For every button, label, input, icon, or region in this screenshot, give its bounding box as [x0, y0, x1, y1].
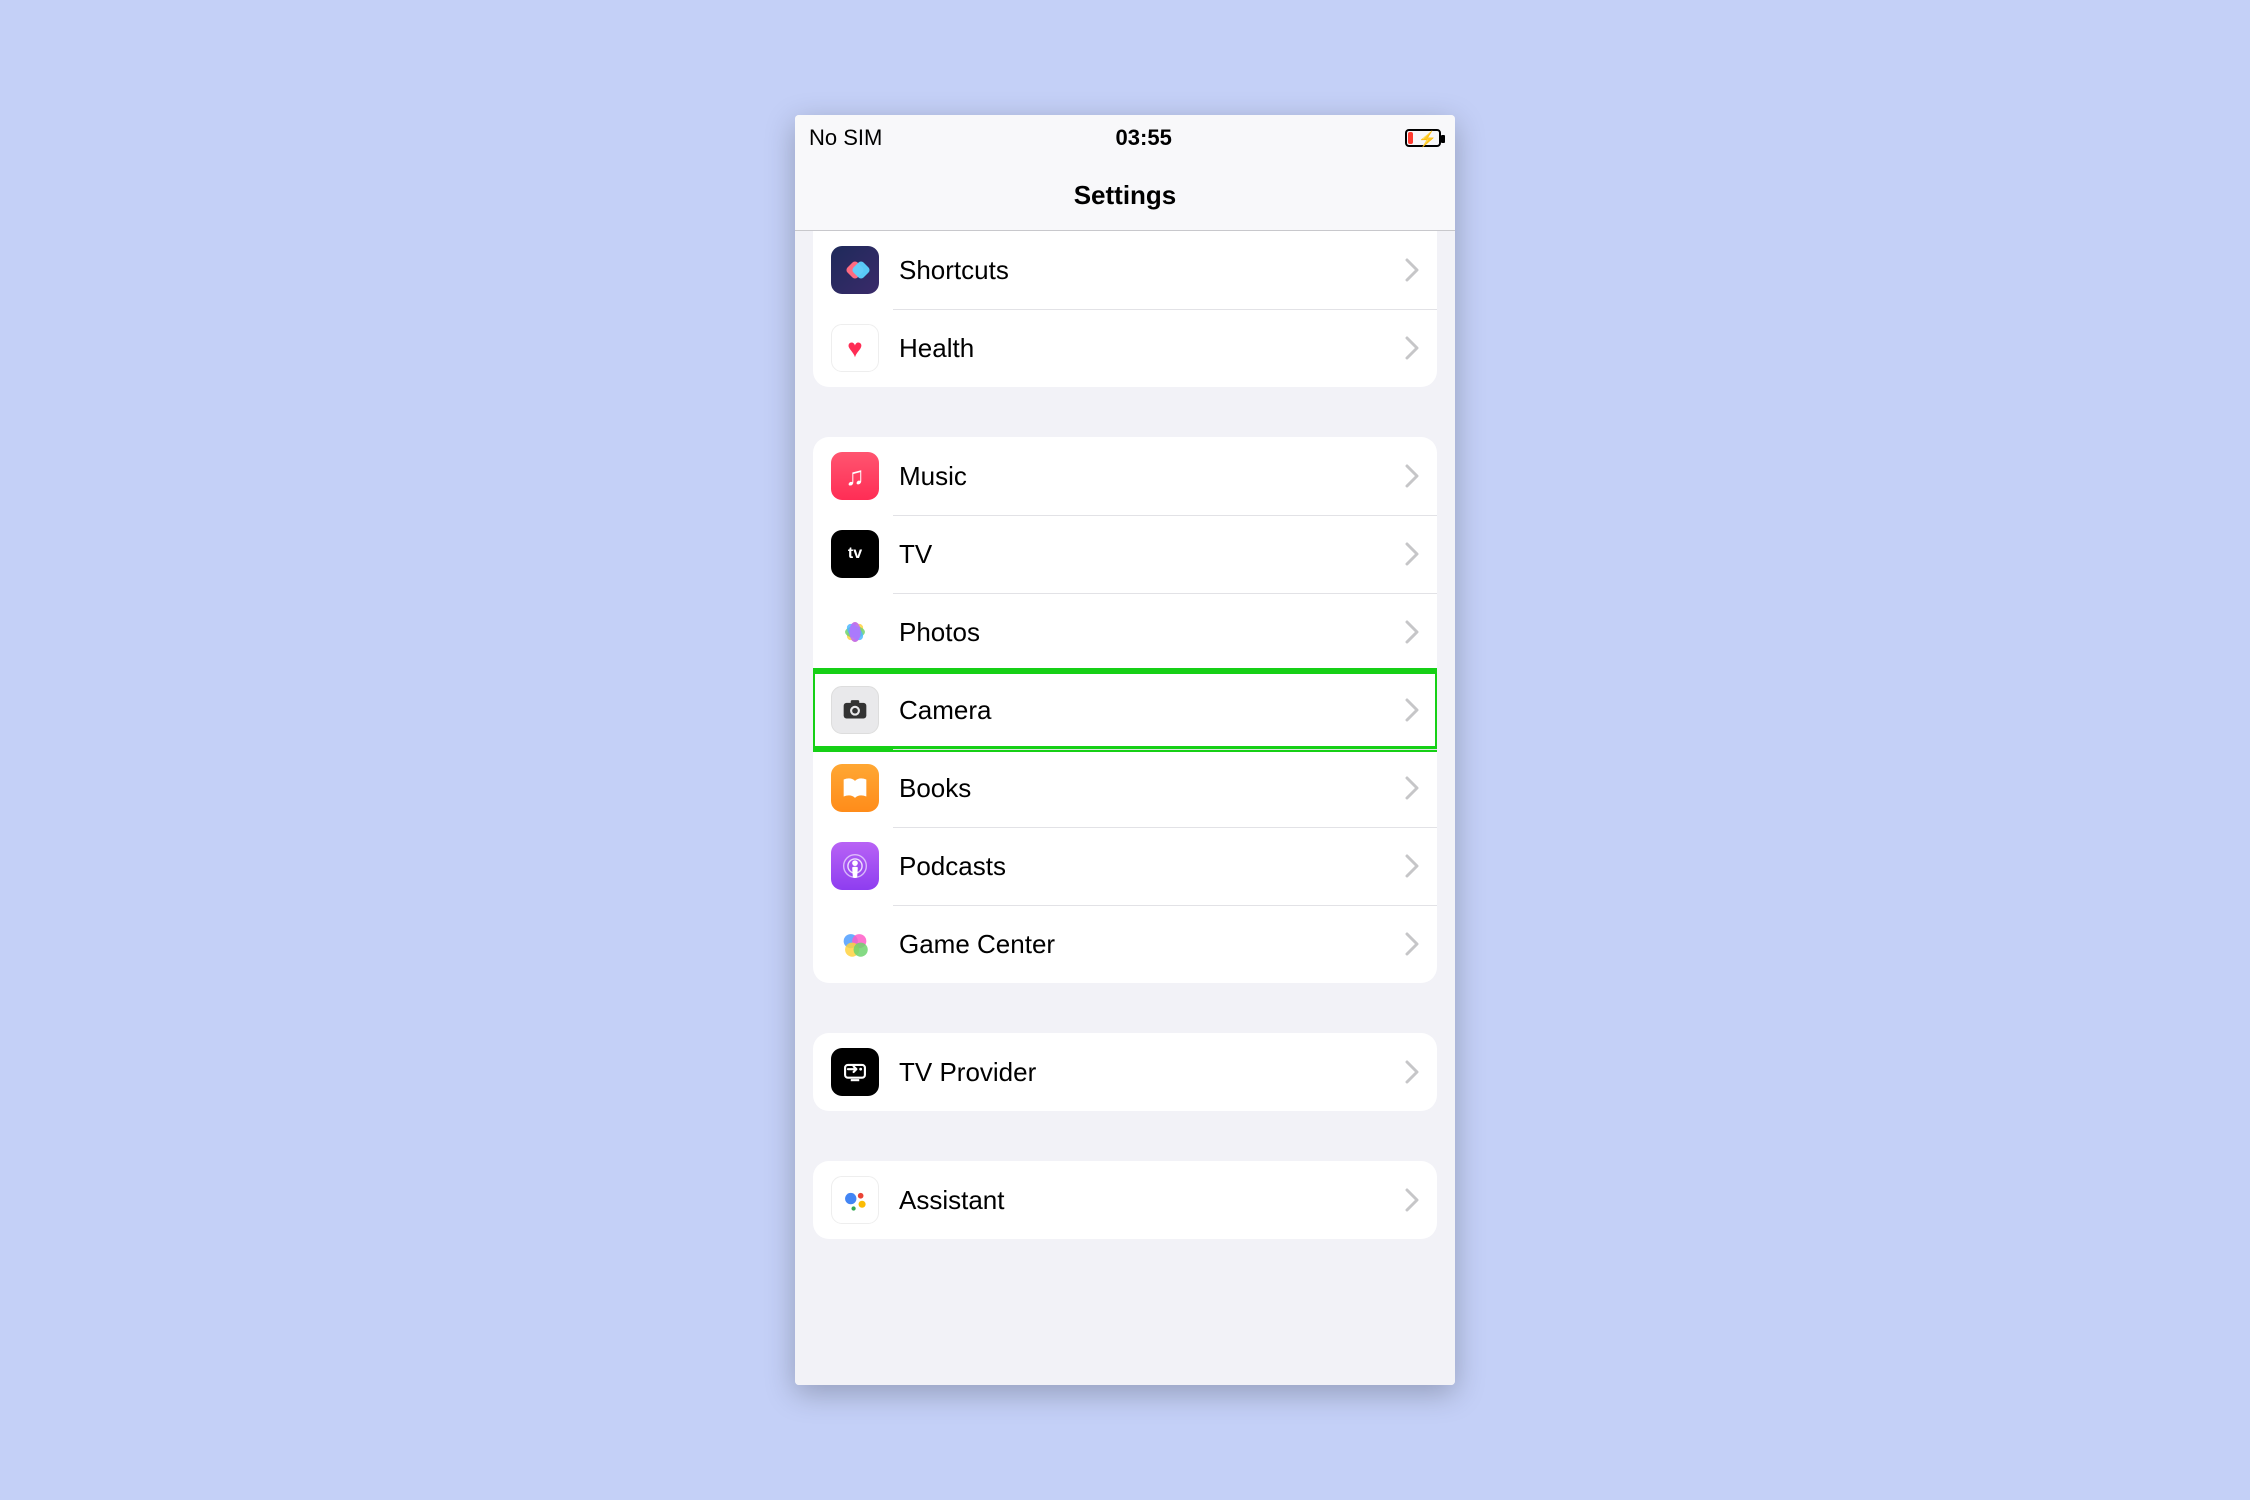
page-title: Settings — [795, 161, 1455, 231]
chevron-right-icon — [1405, 336, 1419, 360]
chevron-right-icon — [1405, 1188, 1419, 1212]
settings-row-music[interactable]: ♫ Music — [813, 437, 1437, 515]
settings-row-tvprovider[interactable]: TV Provider — [813, 1033, 1437, 1111]
books-icon — [831, 764, 879, 812]
row-label: Music — [899, 461, 1405, 492]
settings-row-health[interactable]: ♥ Health — [813, 309, 1437, 387]
status-bar: No SIM 03:55 ⚡ — [795, 115, 1455, 161]
row-label: Shortcuts — [899, 255, 1405, 286]
row-label: Photos — [899, 617, 1405, 648]
photos-icon — [831, 608, 879, 656]
phone-frame: No SIM 03:55 ⚡ Settings Shortcuts ♥ Heal… — [795, 115, 1455, 1385]
chevron-right-icon — [1405, 1060, 1419, 1084]
tvprovider-icon — [831, 1048, 879, 1096]
settings-row-gamecenter[interactable]: Game Center — [813, 905, 1437, 983]
music-icon: ♫ — [831, 452, 879, 500]
clock-label: 03:55 — [1116, 125, 1172, 151]
settings-scroll[interactable]: Shortcuts ♥ Health ♫ Music tv TV — [795, 231, 1455, 1385]
chevron-right-icon — [1405, 258, 1419, 282]
row-label: TV Provider — [899, 1057, 1405, 1088]
camera-icon — [831, 686, 879, 734]
settings-row-shortcuts[interactable]: Shortcuts — [813, 231, 1437, 309]
podcasts-icon — [831, 842, 879, 890]
settings-row-camera[interactable]: Camera — [813, 671, 1437, 749]
chevron-right-icon — [1405, 620, 1419, 644]
settings-row-photos[interactable]: Photos — [813, 593, 1437, 671]
settings-row-books[interactable]: Books — [813, 749, 1437, 827]
settings-group: Shortcuts ♥ Health — [813, 231, 1437, 387]
assistant-icon — [831, 1176, 879, 1224]
settings-group: ♫ Music tv TV — [813, 437, 1437, 983]
health-icon: ♥ — [831, 324, 879, 372]
row-label: Camera — [899, 695, 1405, 726]
chevron-right-icon — [1405, 464, 1419, 488]
settings-row-podcasts[interactable]: Podcasts — [813, 827, 1437, 905]
settings-row-assistant[interactable]: Assistant — [813, 1161, 1437, 1239]
settings-group: Assistant — [813, 1161, 1437, 1239]
chevron-right-icon — [1405, 854, 1419, 878]
row-label: Podcasts — [899, 851, 1405, 882]
chevron-right-icon — [1405, 698, 1419, 722]
row-label: Books — [899, 773, 1405, 804]
row-label: TV — [899, 539, 1405, 570]
chevron-right-icon — [1405, 542, 1419, 566]
settings-group: TV Provider — [813, 1033, 1437, 1111]
row-label: Game Center — [899, 929, 1405, 960]
settings-row-tv[interactable]: tv TV — [813, 515, 1437, 593]
chevron-right-icon — [1405, 932, 1419, 956]
battery-icon: ⚡ — [1405, 129, 1441, 147]
chevron-right-icon — [1405, 776, 1419, 800]
shortcuts-icon — [831, 246, 879, 294]
tv-icon: tv — [831, 530, 879, 578]
battery-indicator: ⚡ — [1405, 129, 1441, 147]
row-label: Health — [899, 333, 1405, 364]
carrier-label: No SIM — [809, 125, 882, 151]
row-label: Assistant — [899, 1185, 1405, 1216]
gamecenter-icon — [831, 920, 879, 968]
